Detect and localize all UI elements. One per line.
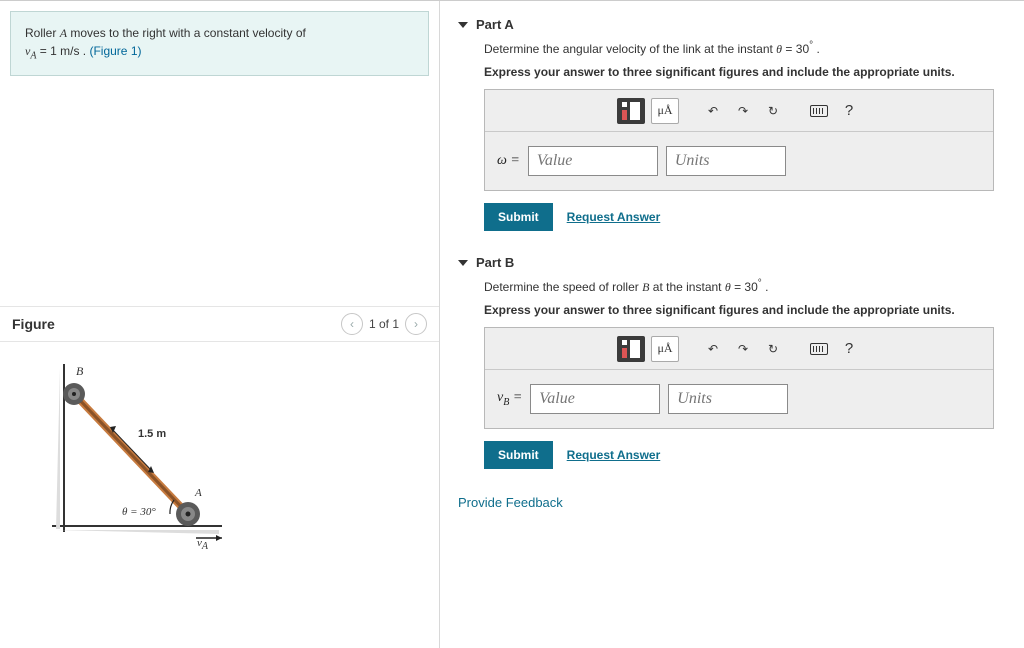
part-b-instruction: Express your answer to three significant…	[484, 303, 1006, 317]
help-button[interactable]: ?	[837, 98, 861, 124]
part-a-request-answer[interactable]: Request Answer	[567, 210, 661, 224]
figure-pager: 1 of 1	[369, 317, 399, 331]
figure-link[interactable]: (Figure 1)	[89, 44, 141, 58]
part-a-var-label: ω =	[497, 153, 520, 169]
part-a-submit-button[interactable]: Submit	[484, 203, 553, 231]
keyboard-button[interactable]	[807, 98, 831, 124]
part-b-q-mid: at the instant	[653, 280, 725, 294]
part-b-answer-box: μÅ ↶ ↷ ↻ ? vB =	[484, 327, 994, 429]
part-b-var-label: vB =	[497, 390, 522, 408]
keyboard-button[interactable]	[807, 336, 831, 362]
part-a-q-eq: = 30	[785, 42, 809, 56]
part-a-q-var: θ	[776, 42, 782, 56]
problem-text: moves to the right with a constant veloc…	[70, 26, 305, 40]
template-icon[interactable]	[617, 98, 645, 124]
eq-rhs: = 1 m/s .	[36, 44, 86, 58]
reset-button[interactable]: ↻	[761, 336, 785, 362]
vA-sub: A	[202, 542, 208, 553]
angle-label: θ = 30°	[122, 506, 156, 518]
figure-prev-button[interactable]: ‹	[341, 313, 363, 335]
part-b-submit-button[interactable]: Submit	[484, 441, 553, 469]
part-a-answer-box: μÅ ↶ ↷ ↻ ? ω =	[484, 89, 994, 191]
part-b-units-input[interactable]	[668, 384, 788, 414]
help-button[interactable]: ?	[837, 336, 861, 362]
provide-feedback-link[interactable]: Provide Feedback	[458, 487, 1006, 510]
template-icon[interactable]	[617, 336, 645, 362]
var-A: A	[60, 26, 67, 40]
collapse-icon	[458, 22, 468, 28]
part-a-value-input[interactable]	[528, 146, 658, 176]
part-b-request-answer[interactable]: Request Answer	[567, 448, 661, 462]
part-b-header[interactable]: Part B	[458, 249, 1006, 276]
part-b-q-pre: Determine the speed of roller	[484, 280, 642, 294]
part-a-units-input[interactable]	[666, 146, 786, 176]
length-label: 1.5 m	[138, 428, 166, 440]
collapse-icon	[458, 260, 468, 266]
special-chars-button[interactable]: μÅ	[651, 336, 679, 362]
undo-button[interactable]: ↶	[701, 98, 725, 124]
vb-post: =	[509, 390, 522, 405]
problem-statement: Roller A moves to the right with a const…	[10, 11, 429, 76]
label-A: A	[195, 487, 202, 499]
part-b-title: Part B	[476, 255, 514, 270]
part-a-q-pre: Determine the angular velocity of the li…	[484, 42, 776, 56]
part-b-q-B: B	[642, 280, 649, 294]
undo-button[interactable]: ↶	[701, 336, 725, 362]
part-a-post: .	[813, 42, 820, 56]
redo-button[interactable]: ↷	[731, 98, 755, 124]
part-b-post: .	[762, 280, 769, 294]
part-b-value-input[interactable]	[530, 384, 660, 414]
figure-diagram: B 1.5 m θ = 30° A vA	[12, 354, 232, 554]
part-a-instruction: Express your answer to three significant…	[484, 65, 1006, 79]
part-a-header[interactable]: Part A	[458, 11, 1006, 38]
redo-button[interactable]: ↷	[731, 336, 755, 362]
problem-text: Roller	[25, 26, 60, 40]
part-b-q-theta: θ	[725, 280, 731, 294]
figure-title: Figure	[12, 316, 55, 332]
special-chars-button[interactable]: μÅ	[651, 98, 679, 124]
part-a-title: Part A	[476, 17, 514, 32]
figure-next-button[interactable]: ›	[405, 313, 427, 335]
reset-button[interactable]: ↻	[761, 98, 785, 124]
label-B: B	[76, 364, 83, 379]
part-b-q-eq: = 30	[734, 280, 758, 294]
